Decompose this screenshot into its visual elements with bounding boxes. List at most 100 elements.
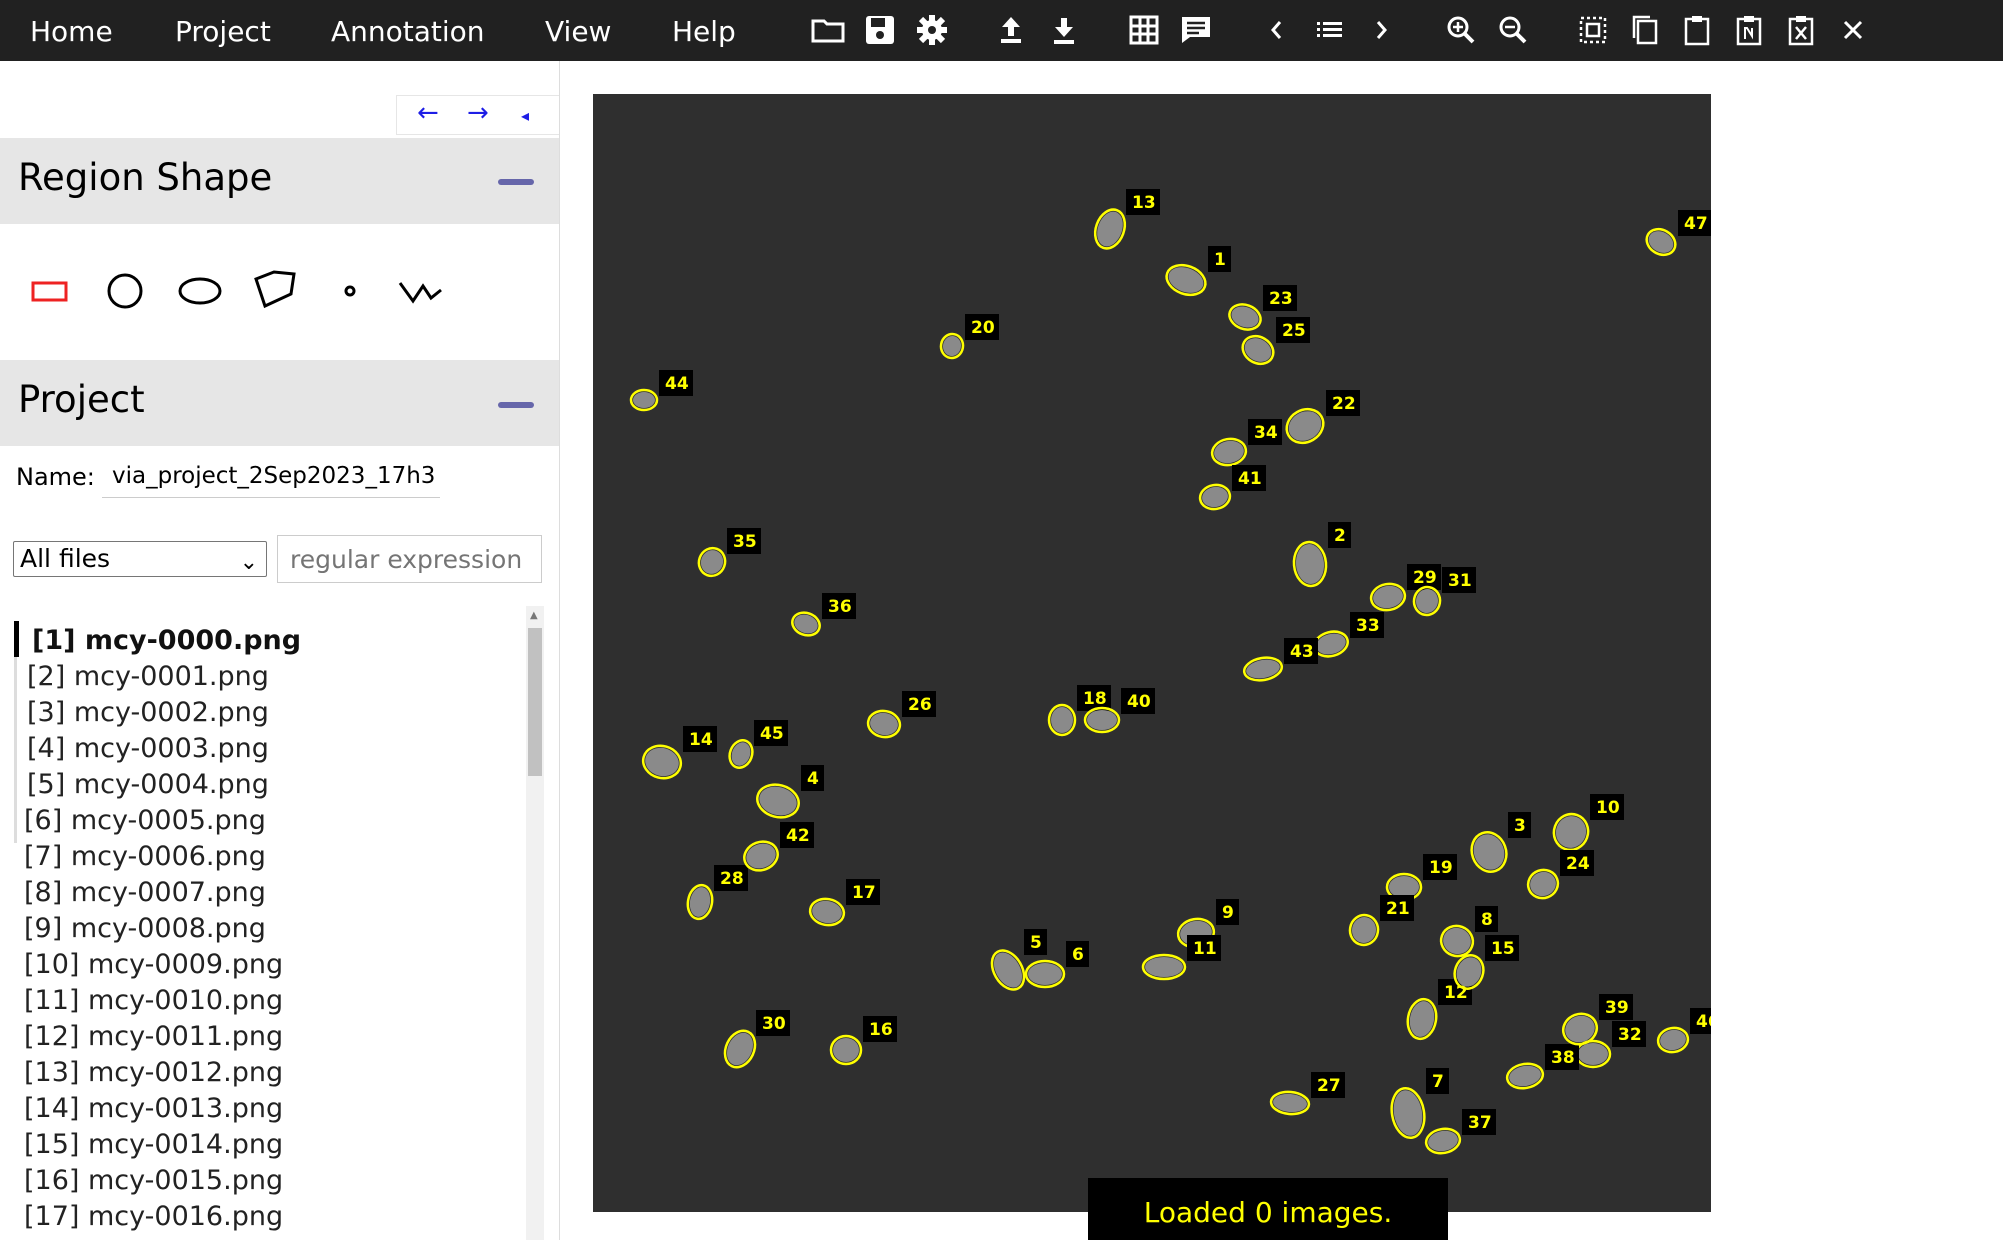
cell-nucleus [633,392,655,408]
menu-annotation[interactable]: Annotation [331,0,485,61]
region-label: 9 [1222,903,1234,923]
region-label: 27 [1317,1076,1341,1096]
image-list-icon[interactable] [1308,9,1350,51]
file-list-item[interactable]: [14] mcy-0013.png [24,1093,283,1124]
file-list-item[interactable]: [4] mcy-0003.png [27,733,269,764]
region-label: 6 [1072,945,1084,965]
settings-icon[interactable] [911,9,953,51]
cell-nucleus [833,1038,859,1062]
scroll-up-icon[interactable]: ▲ [530,610,538,621]
select-all-regions-icon[interactable] [1572,9,1614,51]
next-image-icon[interactable] [1360,9,1402,51]
region-label: 28 [720,869,744,889]
file-list-item[interactable]: [8] mcy-0007.png [24,877,266,908]
region-label: 19 [1429,858,1453,878]
previous-image-icon[interactable] [1256,9,1298,51]
region-label: 33 [1356,616,1380,636]
region-label: 16 [869,1020,893,1040]
delete-region-icon[interactable] [1780,9,1822,51]
download-icon[interactable] [1043,9,1085,51]
file-list-item[interactable]: [16] mcy-0015.png [24,1165,283,1196]
cell-nucleus [1028,963,1062,985]
comment-icon[interactable] [1175,9,1217,51]
project-header[interactable]: Project [0,360,559,446]
cell-nucleus [1389,876,1419,898]
menu-view[interactable]: View [545,0,611,61]
region-label: 44 [665,374,689,394]
shape-point-button[interactable] [320,261,380,321]
file-list-item[interactable]: [7] mcy-0006.png [24,841,266,872]
file-list-item[interactable]: [2] mcy-0001.png [27,661,269,692]
region-label: 36 [828,597,852,617]
annotation-canvas[interactable]: 1234567891011121314151617181920212223242… [593,94,1711,1212]
region-label: 47 [1684,214,1708,234]
region-label: 31 [1448,571,1472,591]
upload-icon[interactable] [990,9,1032,51]
shape-polyline-button[interactable] [392,261,452,321]
menu-help[interactable]: Help [672,0,736,61]
project-name-input[interactable] [102,454,440,498]
file-list-item[interactable]: [3] mcy-0002.png [27,697,269,728]
region-label: 29 [1413,568,1437,588]
project-collapse-icon[interactable] [498,402,534,408]
region-label: 26 [908,695,932,715]
zoom-in-icon[interactable] [1440,9,1482,51]
region-label: 18 [1083,689,1107,709]
region-shape-collapse-icon[interactable] [498,179,534,185]
file-list-item[interactable]: [13] mcy-0012.png [24,1057,283,1088]
file-list-item[interactable]: [11] mcy-0010.png [24,985,283,1016]
region-label: 41 [1238,469,1262,489]
project-name-label: Name: [16,463,95,491]
cell-nucleus [1051,707,1073,733]
region-label: 17 [852,883,876,903]
region-label: 1 [1214,250,1226,270]
zoom-out-icon[interactable] [1492,9,1534,51]
folder-open-icon[interactable] [807,9,849,51]
panel-collapse-icon[interactable]: ◂ [521,106,529,125]
menu-project[interactable]: Project [175,0,271,61]
region-label: 8 [1481,910,1493,930]
shape-ellipse-button[interactable] [170,261,230,321]
file-filter-value: All files [20,544,111,573]
region-label: 21 [1386,899,1410,919]
grid-view-icon[interactable] [1123,9,1165,51]
paste-n-icon[interactable] [1728,9,1770,51]
region-label: 22 [1332,394,1356,414]
image-canvas[interactable]: 1 2 3 4 5 6 7 8 9 10 11 12 13 14 15 16 17 18 19 20 21 22 23 24 2… [593,94,1711,1212]
file-list-item[interactable]: [12] mcy-0011.png [24,1021,283,1052]
scrollbar-thumb[interactable] [528,628,542,776]
shape-polygon-button[interactable] [245,261,305,321]
region-shape-header[interactable]: Region Shape [0,138,559,224]
region-label: 11 [1193,939,1217,959]
file-list-item[interactable]: [17] mcy-0016.png [24,1201,283,1232]
region-label: 24 [1566,854,1590,874]
close-icon[interactable] [1832,9,1874,51]
save-icon[interactable] [859,9,901,51]
paste-region-icon[interactable] [1676,9,1718,51]
panel-right-arrow-icon[interactable]: → [467,98,489,128]
file-list-item[interactable]: [9] mcy-0008.png [24,913,266,944]
file-filter-select[interactable]: All files ⌄ [13,541,267,577]
panel-navigation: ← → ◂ [396,95,559,135]
shape-circle-button[interactable] [95,261,155,321]
region-label: 4 [807,769,819,789]
copy-region-icon[interactable] [1624,9,1666,51]
region-label: 10 [1596,798,1620,818]
file-list-item[interactable]: [10] mcy-0009.png [24,949,283,980]
region-label: 20 [971,318,995,338]
file-list-scrollbar[interactable]: ▲ [526,606,544,1240]
file-list-item[interactable]: [1] mcy-0000.png [32,625,301,656]
regex-filter-input[interactable] [277,535,542,583]
region-label: 45 [760,724,784,744]
panel-left-arrow-icon[interactable]: ← [417,98,439,128]
shape-rectangle-button[interactable] [20,261,80,321]
left-sidebar: ← → ◂ Region Shape Project Name: All fil… [0,61,560,1240]
cell-nucleus [1145,957,1183,977]
region-label: 35 [733,532,757,552]
menu-home[interactable]: Home [30,0,113,61]
file-list-item[interactable]: [6] mcy-0005.png [24,805,266,836]
region-label: 15 [1491,939,1515,959]
file-list-item[interactable]: [5] mcy-0004.png [27,769,269,800]
cell-nucleus [1578,1043,1608,1065]
file-list-item[interactable]: [15] mcy-0014.png [24,1129,283,1160]
